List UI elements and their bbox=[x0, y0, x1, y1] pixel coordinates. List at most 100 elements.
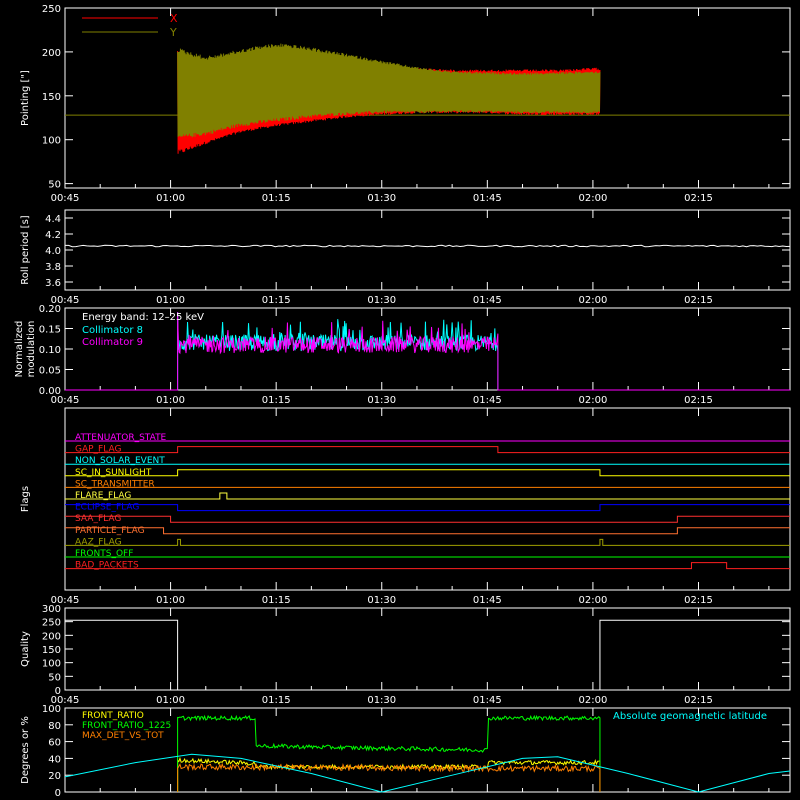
geomag-legend-label: FRONT_RATIO bbox=[82, 711, 144, 721]
pointing-xtick-label: 01:00 bbox=[156, 193, 185, 204]
pointing-legend-label: Y bbox=[169, 26, 177, 39]
flag-label: NON_SOLAR_EVENT bbox=[75, 456, 165, 466]
flags-xtick-label: 01:15 bbox=[262, 595, 291, 606]
modulation-xtick-label: 01:00 bbox=[156, 395, 185, 406]
flag-label: GAP_FLAG bbox=[75, 445, 121, 455]
pointing-ytick-label: 150 bbox=[42, 92, 61, 103]
geomag-ytick-label: 100 bbox=[42, 704, 61, 715]
pointing-legend-label: X bbox=[170, 12, 178, 25]
flag-line-particle_flag bbox=[65, 527, 790, 535]
flag-label: SAA_FLAG bbox=[75, 514, 121, 524]
geomag-ytick-label: 0 bbox=[55, 788, 61, 799]
pointing-ytick-label: 100 bbox=[42, 136, 61, 147]
flag-line-gap_flag bbox=[65, 446, 790, 454]
flag-label: SC_TRANSMITTER bbox=[75, 479, 155, 489]
modulation-legend-label: Collimator 9 bbox=[82, 337, 143, 348]
quality-xtick-label: 01:15 bbox=[262, 695, 291, 706]
modulation-ytick-label: 0.00 bbox=[39, 386, 61, 397]
geomag-ytick-label: 60 bbox=[48, 738, 61, 749]
modulation-ylabel: modulation bbox=[26, 321, 37, 378]
flag-label: AAZ_FLAG bbox=[75, 537, 122, 547]
geomag-ylabel: Degrees or % bbox=[20, 716, 31, 784]
roll-frame bbox=[64, 209, 791, 291]
quality-ytick-label: 100 bbox=[42, 659, 61, 670]
pointing-series-Y bbox=[177, 43, 601, 138]
flag-line-flare_flag bbox=[65, 492, 790, 500]
flags-ylabel: Flags bbox=[20, 486, 31, 512]
roll-ylabel: Roll period [s] bbox=[20, 215, 31, 284]
modulation-ytick-label: 0.15 bbox=[39, 325, 61, 336]
flag-line-eclipse_flag bbox=[65, 504, 790, 512]
roll-xtick-label: 02:00 bbox=[578, 295, 607, 306]
modulation-series-Collimator-9 bbox=[65, 312, 790, 391]
roll-ytick-label: 4.4 bbox=[45, 214, 61, 225]
quality-ytick-label: 50 bbox=[48, 672, 61, 683]
roll-series bbox=[64, 244, 791, 248]
modulation-ylabel: Normalized bbox=[14, 321, 25, 378]
geomag-ytick-label: 80 bbox=[48, 721, 61, 732]
pointing-ytick-label: 50 bbox=[48, 180, 61, 191]
quality-ytick-label: 200 bbox=[42, 631, 61, 642]
geomag-legend-label: FRONT_RATIO_1225 bbox=[82, 721, 171, 731]
observation-summary-chart: 00:45 01:00 01:15 01:30 01:45 02:00 02:15 50 100… bbox=[14, 4, 791, 799]
roll-xtick-label: 01:30 bbox=[367, 295, 396, 306]
flag-label: SC_IN_SUNLIGHT bbox=[75, 468, 152, 478]
geomag-legend-label: MAX_DET_VS_TOT bbox=[82, 731, 164, 741]
pointing-ytick-label: 250 bbox=[42, 4, 61, 15]
quality-xtick-label: 02:00 bbox=[578, 695, 607, 706]
modulation-xtick-label: 01:45 bbox=[473, 395, 502, 406]
flags-xtick-label: 02:00 bbox=[578, 595, 607, 606]
geomag-series-absolute-geomagnetic-latitude bbox=[64, 753, 791, 793]
pointing-xtick-label: 00:45 bbox=[51, 193, 80, 204]
roll-ytick-label: 4.2 bbox=[45, 230, 61, 241]
flag-label: PARTICLE_FLAG bbox=[75, 526, 145, 536]
quality-ytick-label: 250 bbox=[42, 618, 61, 629]
modulation-xtick-label: 01:30 bbox=[367, 395, 396, 406]
quality-ytick-label: 0 bbox=[55, 686, 61, 697]
flags-xtick-label: 01:45 bbox=[473, 595, 502, 606]
roll-xtick-label: 01:45 bbox=[473, 295, 502, 306]
pointing-xtick-label: 01:30 bbox=[367, 193, 396, 204]
flags-xtick-label: 01:00 bbox=[156, 595, 185, 606]
modulation-xtick-label: 02:00 bbox=[578, 395, 607, 406]
modulation-xtick-label: 01:15 bbox=[262, 395, 291, 406]
flag-label: FLARE_FLAG bbox=[75, 491, 131, 501]
geomag-annotation: Absolute geomagnetic latitude bbox=[613, 711, 767, 722]
flag-line-bad_packets bbox=[65, 562, 790, 570]
roll-xtick-label: 01:00 bbox=[156, 295, 185, 306]
pointing-xtick-label: 02:15 bbox=[684, 193, 713, 204]
quality-ylabel: Quality bbox=[20, 631, 31, 667]
quality-ytick-label: 150 bbox=[42, 645, 61, 656]
modulation-legend-label: Collimator 8 bbox=[82, 325, 143, 336]
flag-line-saa_flag bbox=[65, 515, 790, 523]
geomag-ytick-label: 40 bbox=[48, 754, 61, 765]
modulation-ytick-label: 0.20 bbox=[39, 304, 61, 315]
quality-xtick-label: 02:15 bbox=[684, 695, 713, 706]
geomag-series-front_ratio bbox=[177, 756, 601, 793]
flag-label: ATTENUATOR_STATE bbox=[75, 433, 167, 443]
flag-line-sc_in_sunlight bbox=[65, 469, 790, 477]
flag-line-aaz_flag bbox=[65, 538, 790, 546]
quality-xtick-label: 01:45 bbox=[473, 695, 502, 706]
pointing-ylabel: Pointing ["] bbox=[20, 70, 31, 126]
geomag-series-max_det_vs_tot bbox=[177, 762, 601, 793]
quality-xtick-label: 01:30 bbox=[367, 695, 396, 706]
roll-ytick-label: 3.8 bbox=[45, 262, 61, 273]
pointing-ytick-label: 200 bbox=[42, 48, 61, 59]
quality-ytick-label: 300 bbox=[42, 604, 61, 615]
modulation-annotation: Energy band: 12–25 keV bbox=[82, 312, 204, 323]
flag-label: ECLIPSE_FLAG bbox=[75, 503, 139, 513]
modulation-xtick-label: 02:15 bbox=[684, 395, 713, 406]
flags-xtick-label: 01:30 bbox=[367, 595, 396, 606]
modulation-ytick-label: 0.05 bbox=[39, 366, 61, 377]
roll-xtick-label: 02:15 bbox=[684, 295, 713, 306]
quality-series bbox=[65, 619, 790, 691]
geomag-ytick-label: 20 bbox=[48, 771, 61, 782]
flags-xtick-label: 02:15 bbox=[684, 595, 713, 606]
geomag-series-front_ratio_1225 bbox=[177, 714, 601, 793]
roll-ytick-label: 3.6 bbox=[45, 278, 61, 289]
flag-label: BAD_PACKETS bbox=[75, 561, 139, 571]
pointing-xtick-label: 02:00 bbox=[578, 193, 607, 204]
modulation-ytick-label: 0.10 bbox=[39, 345, 61, 356]
flag-label: FRONTS_OFF bbox=[75, 549, 133, 559]
